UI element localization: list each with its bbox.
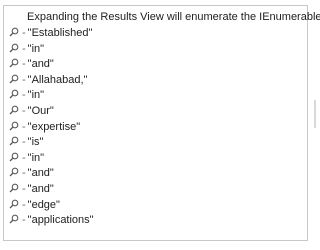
magnifier-icon[interactable] [9,58,19,68]
item-separator: - [22,198,26,211]
magnifier-icon[interactable] [9,43,19,53]
item-value: "applications" [27,214,94,227]
item-separator: - [22,27,26,39]
item-separator: - [22,89,26,102]
magnifier-icon[interactable] [9,121,19,131]
item-value: "Allahabad," [27,73,88,86]
magnifier-icon[interactable] [9,183,19,193]
item-value: "and" [27,58,54,71]
results-view-panel: Expanding the Results View will enumerat… [3,5,320,241]
list-item[interactable]: - "expertise" [4,120,94,136]
item-separator: - [22,42,26,55]
list-item[interactable]: - "in" [4,42,94,58]
magnifier-icon[interactable] [9,214,19,224]
item-value: "in" [27,151,45,164]
item-value: "edge" [27,198,60,211]
results-list: - "Established" - "in" - "and" - "Allahabad,… [4,26,94,229]
list-item[interactable]: - "Our" [4,104,94,120]
list-item[interactable]: - "in" [4,151,94,167]
list-item[interactable]: - "and" [4,166,94,182]
list-item[interactable]: - "Allahabad," [4,73,94,89]
item-value: "Our" [27,104,54,117]
magnifier-icon[interactable] [9,27,19,37]
item-value: "is" [27,136,44,149]
item-separator: - [22,104,26,117]
item-separator: - [22,214,26,227]
item-value: "and" [27,167,54,180]
item-separator: - [22,73,26,86]
item-value: "in" [27,42,45,55]
magnifier-icon[interactable] [9,152,19,162]
item-separator: - [22,120,26,133]
item-value: "and" [27,182,54,195]
item-separator: - [22,151,26,164]
item-separator: - [22,136,26,149]
magnifier-icon[interactable] [9,199,19,209]
list-item[interactable]: - "Established" [4,26,94,42]
list-item[interactable]: - "in" [4,88,94,104]
magnifier-icon[interactable] [9,89,19,99]
item-separator: - [22,58,26,71]
magnifier-icon[interactable] [9,74,19,84]
magnifier-icon[interactable] [9,105,19,115]
magnifier-icon[interactable] [9,167,19,177]
item-value: "in" [27,89,45,102]
background-edge [314,100,316,128]
item-value: "expertise" [27,120,81,133]
list-item[interactable]: - "is" [4,135,94,151]
item-value: "Established" [27,27,93,39]
magnifier-icon[interactable] [9,136,19,146]
list-item[interactable]: - "applications" [4,213,94,229]
list-item[interactable]: - "edge" [4,198,94,214]
list-item[interactable]: - "and" [4,182,94,198]
list-item[interactable]: - "and" [4,57,94,73]
results-view-header: Expanding the Results View will enumerat… [27,11,320,23]
item-separator: - [22,182,26,195]
item-separator: - [22,167,26,180]
